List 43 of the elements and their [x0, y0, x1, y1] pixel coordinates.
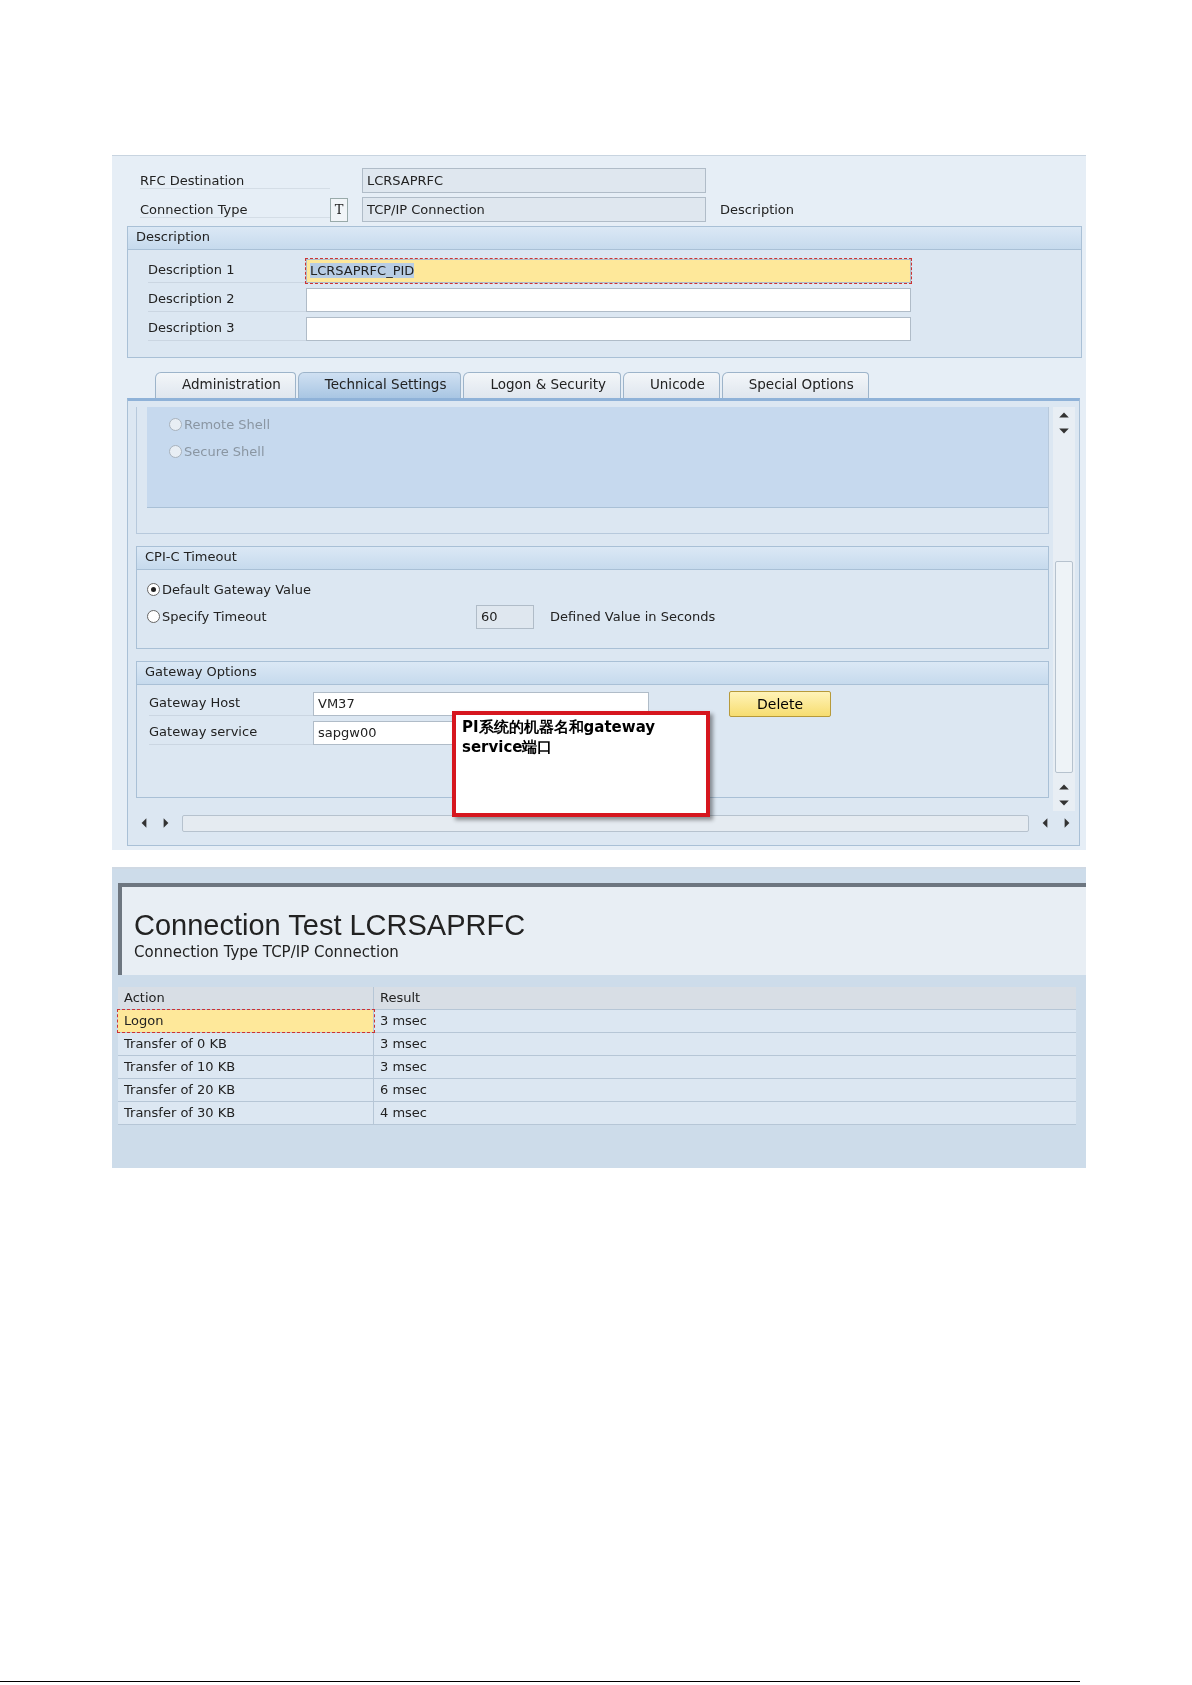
radio-label: Specify Timeout	[162, 609, 268, 624]
group-title: Description	[128, 227, 1081, 250]
input-field[interactable]	[306, 316, 911, 341]
radio-label: Secure Shell	[184, 444, 265, 459]
page-title: Connection Test LCRSAPRFC	[134, 908, 527, 943]
table-cell-text: 3 msec	[379, 1035, 428, 1053]
tab[interactable]: Administration	[155, 372, 296, 398]
table-cell: Transfer of 0 KB	[118, 1033, 374, 1055]
readonly-field[interactable]: LCRSAPRFC	[362, 168, 706, 193]
input-field[interactable]	[306, 287, 911, 312]
field-label: Defined Value in Seconds	[550, 609, 716, 624]
input-field[interactable]: LCRSAPRFC_PID	[306, 258, 911, 283]
code-field[interactable]: T	[330, 197, 348, 222]
group-title: Gateway Options	[137, 662, 1048, 685]
input-field[interactable]: 60	[476, 604, 534, 629]
tab[interactable]: Logon & Security	[463, 372, 621, 398]
radio-button[interactable]	[147, 610, 160, 623]
horizontal-scrollbar[interactable]	[182, 814, 1029, 832]
table-cell: Transfer of 30 KB	[118, 1102, 374, 1124]
delete-button[interactable]: Delete	[729, 690, 831, 717]
description-label: Description	[720, 202, 795, 217]
table-cell: Transfer of 10 KB	[118, 1056, 374, 1078]
column-header[interactable]: Result	[374, 987, 1076, 1009]
readonly-field[interactable]: TCP/IP Connection	[362, 197, 706, 222]
radio-button[interactable]	[147, 583, 160, 596]
tab[interactable]: Unicode	[622, 372, 720, 398]
table-cell-text: 3 msec	[379, 1012, 428, 1030]
radio-label: Remote Shell	[184, 417, 270, 432]
field-label: RFC Destination	[140, 172, 330, 189]
page-subtitle: Connection Type TCP/IP Connection	[134, 943, 400, 961]
tab[interactable]: Special Options	[721, 372, 869, 398]
field-label: Connection Type	[140, 201, 330, 218]
group-title: CPI-C Timeout	[137, 547, 1048, 570]
table-cell-text: 4 msec	[379, 1104, 428, 1122]
radio-label: Default Gateway Value	[162, 582, 312, 597]
table-cell-text: 3 msec	[379, 1058, 428, 1076]
table-cell: Transfer of 20 KB	[118, 1079, 374, 1101]
table-cell-text: 6 msec	[379, 1081, 428, 1099]
scroll-thumb[interactable]	[1055, 561, 1073, 773]
table-cell: Logon	[118, 1010, 374, 1032]
tab[interactable]: Technical Settings	[297, 372, 462, 398]
input-field[interactable]: VM37	[313, 691, 649, 716]
vertical-scrollbar[interactable]	[1053, 407, 1075, 811]
